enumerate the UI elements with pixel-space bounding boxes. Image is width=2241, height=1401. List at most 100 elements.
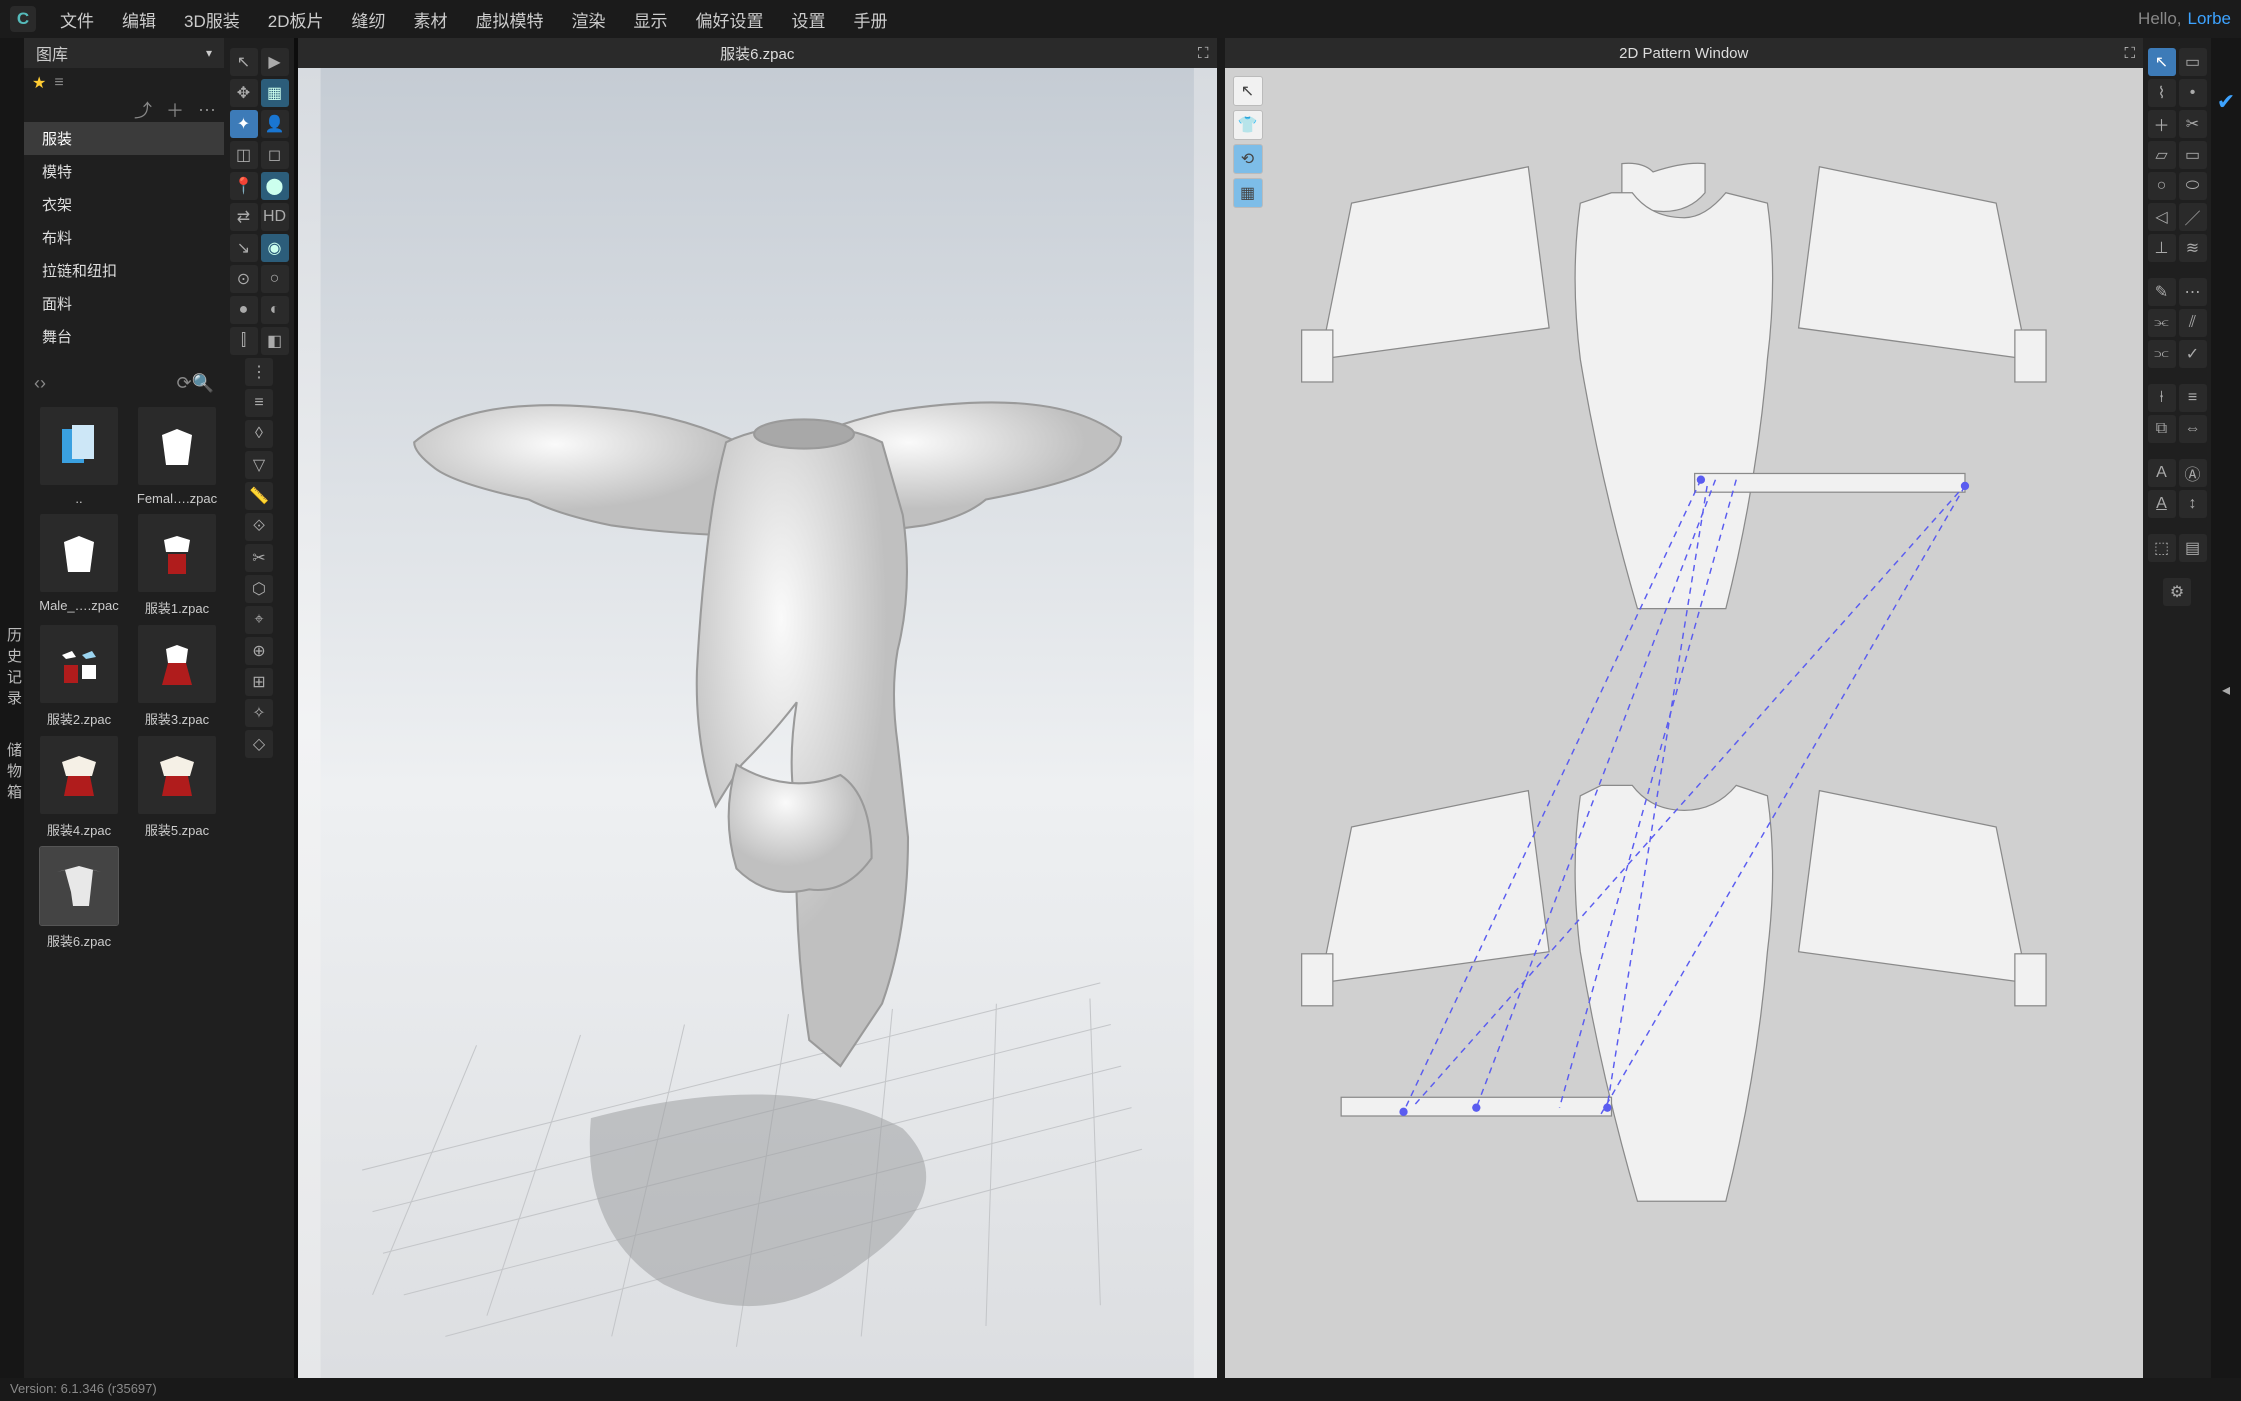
asset-g2[interactable]: 服装2.zpac (34, 625, 124, 728)
menu-3dgarment[interactable]: 3D服装 (170, 7, 254, 32)
r-basting[interactable]: ⋯ (2179, 278, 2207, 306)
star-icon[interactable]: ★ (32, 73, 46, 93)
collapse-icon[interactable]: ◂ (2212, 676, 2240, 704)
r-text-edit[interactable]: A (2148, 490, 2176, 518)
r-edit-pattern[interactable]: ↖ (2148, 48, 2176, 76)
app-logo[interactable]: C (10, 6, 36, 32)
tool-gizmo[interactable]: ✦ (230, 110, 258, 138)
tool-x1[interactable]: ◧ (261, 327, 289, 355)
tool-shade[interactable]: ◉ (261, 234, 289, 262)
r-graphing[interactable]: ▤ (2179, 534, 2207, 562)
menu-settings[interactable]: 设置 (777, 7, 839, 32)
tool-button[interactable]: ● (230, 296, 258, 324)
tool-x6[interactable]: ✂ (245, 544, 273, 572)
menu-file[interactable]: 文件 (46, 7, 108, 32)
mini-grid[interactable]: ▦ (1233, 178, 1263, 208)
tool-x3[interactable]: ◊ (245, 420, 273, 448)
tool-avatar-show[interactable]: 👤 (261, 110, 289, 138)
r-ellipse[interactable]: ⬭ (2179, 172, 2207, 200)
menu-avatar[interactable]: 虚拟模特 (461, 7, 557, 32)
tool-hd[interactable]: HD (261, 203, 289, 231)
cat-fabric[interactable]: 布料 (24, 221, 224, 254)
vtab-history[interactable]: 历史记录 (5, 627, 22, 711)
asset-back[interactable]: .. (34, 407, 124, 506)
r-text[interactable]: A (2148, 459, 2176, 487)
r-unfold[interactable]: ⇔ (2179, 415, 2207, 443)
fwd-icon[interactable]: › (40, 373, 46, 394)
r-polygon[interactable]: ▱ (2148, 141, 2176, 169)
r-grain[interactable]: ↕ (2179, 490, 2207, 518)
upload-icon[interactable]: ⤴ (134, 97, 152, 123)
asset-female[interactable]: Femal….zpac (132, 407, 222, 506)
menu-2dpattern[interactable]: 2D板片 (254, 7, 338, 32)
tool-select-mesh[interactable]: ◫ (230, 141, 258, 169)
asset-male[interactable]: Male_….zpac (34, 514, 124, 617)
mini-body[interactable]: 👕 (1233, 110, 1263, 140)
tool-pattern-show[interactable]: ◻ (261, 141, 289, 169)
tool-cursor[interactable]: ↖ (230, 48, 258, 76)
cat-stage[interactable]: 舞台 (24, 320, 224, 353)
r-split[interactable]: ✂ (2179, 110, 2207, 138)
tool-x11[interactable]: ✧ (245, 699, 273, 727)
tool-stitch[interactable]: ⋮ (245, 358, 273, 386)
r-symmetry[interactable]: ⧉ (2148, 415, 2176, 443)
tool-zipper[interactable]: ⫿ (230, 327, 258, 355)
menu-display[interactable]: 显示 (619, 7, 681, 32)
tool-x9[interactable]: ⊕ (245, 637, 273, 665)
vertical-tabs[interactable]: 历史记录 储物箱 (0, 38, 24, 1378)
r-internal-line[interactable]: ／ (2179, 203, 2207, 231)
cat-trim[interactable]: 拉链和纽扣 (24, 254, 224, 287)
r-transform[interactable]: ▭ (2179, 48, 2207, 76)
maximize-icon[interactable]: ⛶ (1198, 45, 1209, 62)
menu-manual[interactable]: 手册 (839, 7, 901, 32)
asset-g6[interactable]: 服装6.zpac (34, 847, 124, 950)
tool-x8[interactable]: ⌖ (245, 606, 273, 634)
tool-arrange[interactable]: ⇄ (230, 203, 258, 231)
tool-measure[interactable]: 📏 (245, 482, 273, 510)
tool-x7[interactable]: ⬡ (245, 575, 273, 603)
tool-x0[interactable]: ◐ (261, 296, 289, 324)
asset-g1[interactable]: 服装1.zpac (132, 514, 222, 617)
r-sew-check[interactable]: ✓ (2179, 340, 2207, 368)
r-fold[interactable]: ⍿ (2148, 384, 2176, 412)
r-free-sew[interactable]: ⫽ (2179, 309, 2207, 337)
cat-hanger[interactable]: 衣架 (24, 188, 224, 221)
r-annotation[interactable]: Ⓐ (2179, 459, 2207, 487)
maximize-2d-icon[interactable]: ⛶ (2124, 45, 2135, 62)
tool-texture[interactable]: ▦ (261, 79, 289, 107)
r-notch[interactable]: ⊥ (2148, 234, 2176, 262)
chevron-down-icon[interactable]: ▾ (206, 46, 212, 60)
greeting-user[interactable]: Lorbe (2188, 9, 2231, 29)
viewport-3d-canvas[interactable] (298, 68, 1217, 1378)
more-icon[interactable]: ⋯ (198, 100, 216, 121)
r-dart[interactable]: ◁ (2148, 203, 2176, 231)
tool-x12[interactable]: ◇ (245, 730, 273, 758)
cat-garment[interactable]: 服装 (24, 122, 224, 155)
tool-env[interactable]: ○ (261, 265, 289, 293)
r-add-point[interactable]: ＋ (2148, 110, 2176, 138)
mini-sync[interactable]: ⟲ (1233, 144, 1263, 174)
confirm-icon[interactable]: ✔ (2212, 88, 2240, 116)
menu-render[interactable]: 渲染 (557, 7, 619, 32)
tool-tack[interactable]: ⊙ (230, 265, 258, 293)
vtab-storage[interactable]: 储物箱 (5, 742, 22, 805)
tool-sim[interactable]: ▶ (261, 48, 289, 76)
library-header[interactable]: 图库 ▾ (24, 38, 224, 68)
tool-fold[interactable]: ↘ (230, 234, 258, 262)
list-icon[interactable]: ≡ (54, 74, 63, 92)
r-pleats[interactable]: ≡ (2179, 384, 2207, 412)
tool-render-mode[interactable]: ⬤ (261, 172, 289, 200)
tool-pin[interactable]: 📍 (230, 172, 258, 200)
mini-cursor[interactable]: ↖ (1233, 76, 1263, 106)
r-segment-sew[interactable]: ⫘ (2148, 309, 2176, 337)
menu-edit[interactable]: 编辑 (108, 7, 170, 32)
refresh-icon[interactable]: ⟳ (176, 373, 191, 394)
asset-g5[interactable]: 服装5.zpac (132, 736, 222, 839)
r-edit-point[interactable]: • (2179, 79, 2207, 107)
r-trace[interactable]: ✎ (2148, 278, 2176, 306)
menu-preferences[interactable]: 偏好设置 (681, 7, 777, 32)
tool-x2[interactable]: ≡ (245, 389, 273, 417)
tool-x4[interactable]: ▽ (245, 451, 273, 479)
menu-material[interactable]: 素材 (399, 7, 461, 32)
r-rectangle[interactable]: ▭ (2179, 141, 2207, 169)
